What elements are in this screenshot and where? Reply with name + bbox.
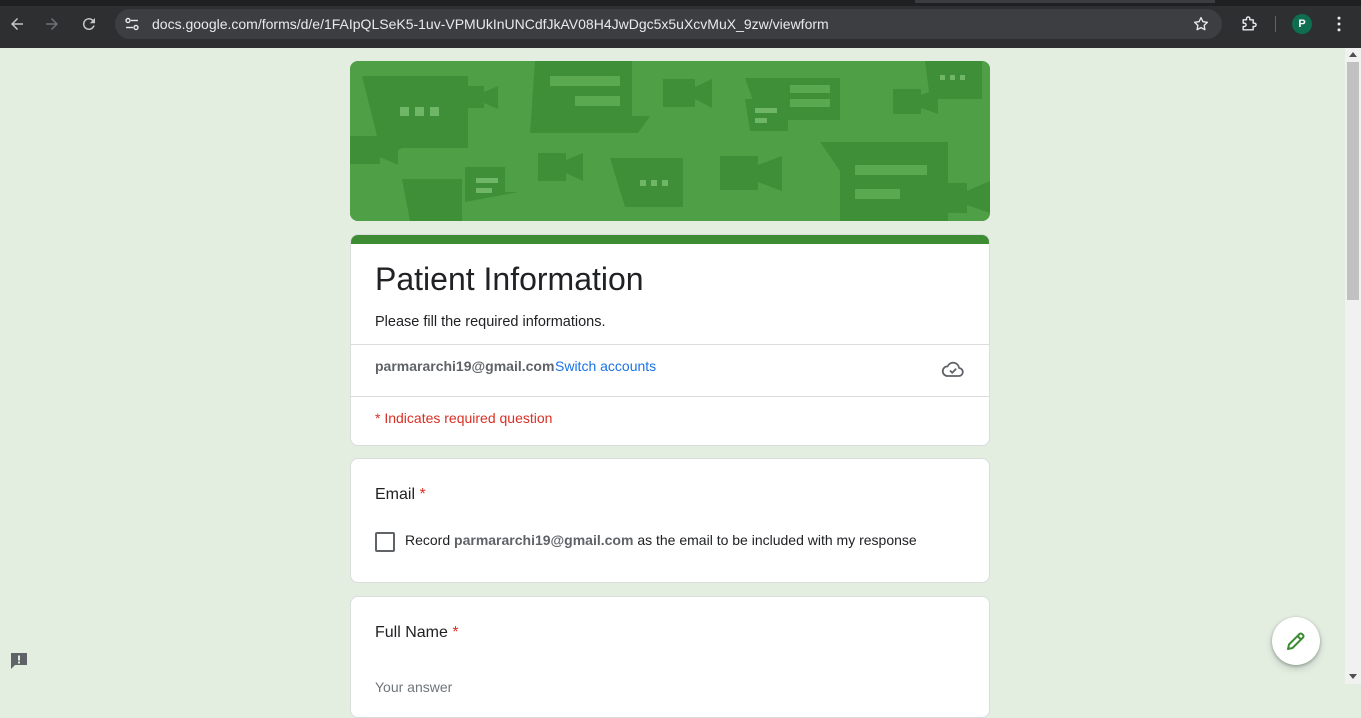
question-card-full-name: Full Name * Your answer [350, 596, 990, 718]
forward-button[interactable] [40, 12, 64, 36]
reload-icon [82, 18, 95, 31]
tab-strip [0, 0, 1361, 6]
record-email-label[interactable]: Record parmararchi19@gmail.com as the em… [405, 532, 917, 548]
site-settings-icon[interactable] [124, 16, 140, 32]
full-name-input[interactable]: Your answer [375, 679, 452, 695]
form-description: Please fill the required informations. [375, 314, 606, 330]
divider [351, 344, 989, 345]
url-text[interactable]: docs.google.com/forms/d/e/1FAIpQLSeK5-1u… [152, 16, 829, 32]
browser-toolbar: docs.google.com/forms/d/e/1FAIpQLSeK5-1u… [0, 0, 1361, 48]
question-title-text: Email [375, 486, 416, 503]
account-email: parmararchi19@gmail.com [375, 358, 555, 374]
back-button[interactable] [5, 12, 29, 36]
checkbox-label-email: parmararchi19@gmail.com [454, 532, 634, 548]
scroll-up-arrow-icon[interactable] [1349, 52, 1357, 57]
required-asterisk: * [419, 486, 426, 503]
toolbar-separator [1275, 16, 1276, 32]
arrow-left-icon [11, 18, 23, 30]
bookmark-star-icon[interactable] [1192, 15, 1210, 33]
extensions-button[interactable] [1237, 12, 1261, 36]
cloud-saved-icon[interactable] [941, 357, 965, 381]
checkbox-label-prefix: Record [405, 532, 451, 548]
scroll-down-arrow-icon[interactable] [1349, 674, 1357, 679]
form-title: Patient Information [375, 261, 644, 297]
required-asterisk: * [452, 624, 459, 641]
browser-menu-button[interactable] [1327, 12, 1351, 36]
question-title: Full Name * [375, 624, 459, 642]
switch-accounts-link[interactable]: Switch accounts [555, 358, 656, 374]
profile-avatar[interactable]: P [1292, 14, 1312, 34]
question-title-text: Full Name [375, 624, 448, 641]
address-bar[interactable]: docs.google.com/forms/d/e/1FAIpQLSeK5-1u… [115, 9, 1222, 39]
form-header-image [350, 61, 990, 221]
record-email-checkbox[interactable] [375, 532, 395, 552]
arrow-right-icon [46, 18, 58, 30]
edit-form-button[interactable] [1272, 617, 1320, 665]
pencil-icon [1287, 632, 1305, 650]
feedback-icon[interactable] [9, 651, 29, 671]
divider [351, 396, 989, 397]
question-title: Email * [375, 486, 426, 504]
active-tab-hint[interactable] [915, 0, 1215, 3]
chat-video-pattern-icon [350, 61, 990, 221]
page-scrollbar[interactable] [1345, 48, 1361, 684]
question-card-email: Email * Record parmararchi19@gmail.com a… [350, 458, 990, 583]
puzzle-icon [1242, 16, 1257, 31]
scrollbar-thumb[interactable] [1347, 62, 1359, 300]
required-note: * Indicates required question [375, 410, 553, 426]
theme-color-band [351, 235, 989, 244]
more-vert-icon [1337, 16, 1341, 32]
reload-button[interactable] [77, 12, 101, 36]
checkbox-label-suffix: as the email to be included with my resp… [637, 532, 917, 548]
form-title-card: Patient Information Please fill the requ… [350, 234, 990, 446]
